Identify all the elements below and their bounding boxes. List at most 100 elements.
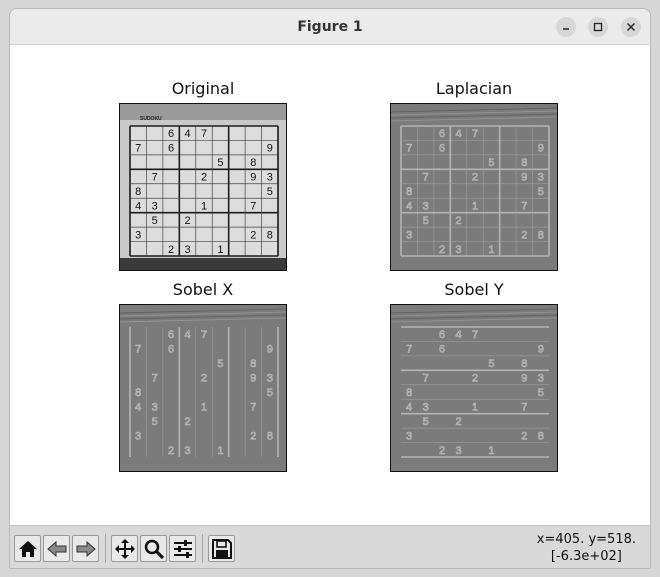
puzzle-digit: 3 xyxy=(423,200,429,212)
puzzle-digit: 2 xyxy=(168,244,174,256)
toolbar-separator xyxy=(105,534,106,563)
puzzle-digit: 3 xyxy=(538,373,544,385)
maximize-icon xyxy=(593,22,603,32)
puzzle-digit: 5 xyxy=(152,215,158,227)
puzzle-digit: 2 xyxy=(521,430,527,442)
figure-canvas[interactable]: Original SUDOKU 6 4 7 7 6 9 5 8 7 2 9 3 8 5 4 3 1 7 5 2 3 2 8 2 3… xyxy=(10,45,650,525)
puzzle-digit: 8 xyxy=(250,157,256,169)
puzzle-digit: 7 xyxy=(423,373,429,385)
puzzle-digit: 1 xyxy=(201,200,207,212)
puzzle-digit: 7 xyxy=(521,200,527,212)
home-button[interactable] xyxy=(14,535,41,562)
forward-button[interactable] xyxy=(72,535,99,562)
puzzle-digit: 9 xyxy=(521,373,527,385)
puzzle-digit: 3 xyxy=(184,244,190,256)
puzzle-digit: 5 xyxy=(423,416,429,428)
panel-title: Laplacian xyxy=(435,79,513,98)
floppy-disk-icon xyxy=(212,539,232,559)
puzzle-digit: 8 xyxy=(135,186,141,198)
move-icon xyxy=(115,539,135,559)
coords-value: [-6.3e+02] xyxy=(550,549,622,564)
configure-subplots-button[interactable] xyxy=(169,535,196,562)
puzzle-digit: 6 xyxy=(439,329,445,341)
puzzle-digit: 2 xyxy=(250,430,256,442)
puzzle-digit: 1 xyxy=(472,401,478,413)
puzzle-digit: 2 xyxy=(184,416,190,428)
puzzle-digit: 1 xyxy=(217,445,223,457)
pan-button[interactable] xyxy=(111,535,138,562)
sobel-y-image[interactable]: 64776958729385431752328231 xyxy=(390,304,558,472)
puzzle-digit: 1 xyxy=(488,445,494,457)
puzzle-digit: 3 xyxy=(455,445,461,457)
puzzle-digit: 9 xyxy=(250,172,256,184)
close-button[interactable] xyxy=(621,17,641,37)
puzzle-digit: 4 xyxy=(406,401,412,413)
navigation-toolbar: x=405. y=518. [-6.3e+02] xyxy=(10,525,650,568)
puzzle-digit: 1 xyxy=(472,200,478,212)
puzzle-digit: 6 xyxy=(168,143,174,155)
puzzle-digit: 2 xyxy=(168,445,174,457)
puzzle-digit: 2 xyxy=(184,215,190,227)
puzzle-digit: 9 xyxy=(538,344,544,356)
puzzle-digit: 8 xyxy=(406,186,412,198)
panel-title: Sobel X xyxy=(172,280,234,299)
puzzle-digit: 8 xyxy=(135,387,141,399)
puzzle-digit: 2 xyxy=(439,445,445,457)
puzzle-digit: 3 xyxy=(538,172,544,184)
puzzle-digit: 4 xyxy=(184,329,190,341)
puzzle-digit: 4 xyxy=(135,401,141,413)
puzzle-digit: 3 xyxy=(135,229,141,241)
puzzle-digit: 3 xyxy=(406,430,412,442)
sliders-icon xyxy=(174,540,192,558)
puzzle-digit: 7 xyxy=(472,128,478,140)
puzzle-digit: 3 xyxy=(152,401,158,413)
puzzle-digit: 9 xyxy=(250,373,256,385)
save-button[interactable] xyxy=(208,535,235,562)
sobel-x-image[interactable]: 64776958729385431752328231 xyxy=(119,304,287,472)
toolbar-separator xyxy=(202,534,203,563)
puzzle-digit: 7 xyxy=(521,401,527,413)
puzzle-digit: 7 xyxy=(250,401,256,413)
puzzle-digit: 2 xyxy=(455,215,461,227)
panel-title: Sobel Y xyxy=(444,280,504,299)
puzzle-digit: 6 xyxy=(168,344,174,356)
close-icon xyxy=(627,23,635,31)
puzzle-digit: 5 xyxy=(538,186,544,198)
puzzle-digit: 7 xyxy=(406,344,412,356)
minimize-button[interactable] xyxy=(556,17,576,37)
puzzle-digit: 8 xyxy=(406,387,412,399)
puzzle-digit: 8 xyxy=(521,358,527,370)
puzzle-digit: 6 xyxy=(439,128,445,140)
puzzle-digit: 3 xyxy=(152,200,158,212)
puzzle-digit: 3 xyxy=(267,172,273,184)
puzzle-digit: 1 xyxy=(201,401,207,413)
puzzle-digit: 4 xyxy=(406,200,412,212)
puzzle-digit: 3 xyxy=(135,430,141,442)
arrow-left-icon xyxy=(47,540,67,558)
puzzle-digit: 2 xyxy=(521,229,527,241)
puzzle-digit: 5 xyxy=(152,416,158,428)
puzzle-digit: 4 xyxy=(455,128,461,140)
zoom-button[interactable] xyxy=(140,535,167,562)
puzzle-digit: 2 xyxy=(201,373,207,385)
puzzle-digit: 5 xyxy=(217,157,223,169)
puzzle-digit: 6 xyxy=(439,143,445,155)
puzzle-digit: 3 xyxy=(455,244,461,256)
back-button[interactable] xyxy=(43,535,70,562)
figure-window: Figure 1 Original SUDOKU 6 4 7 7 6 9 5 8 7 2 9 3 8 5 4 3… xyxy=(9,8,651,569)
puzzle-digit: 5 xyxy=(538,387,544,399)
maximize-button[interactable] xyxy=(588,17,608,37)
puzzle-digit: 7 xyxy=(135,344,141,356)
puzzle-digit: 6 xyxy=(168,329,174,341)
laplacian-image[interactable]: 64776958729385431752328231 xyxy=(390,103,558,271)
puzzle-digit: 8 xyxy=(250,358,256,370)
puzzle-digit: 8 xyxy=(267,229,273,241)
puzzle-digit: 2 xyxy=(455,416,461,428)
original-image[interactable]: SUDOKU 6 4 7 7 6 9 5 8 7 2 9 3 8 5 4 3 1 7 5 2 3 2 8 2 3 1 xyxy=(119,103,287,271)
puzzle-header-text: SUDOKU xyxy=(140,116,162,122)
puzzle-digit: 5 xyxy=(488,358,494,370)
puzzle-digit: 5 xyxy=(267,186,273,198)
puzzle-digit: 5 xyxy=(217,358,223,370)
puzzle-digit: 3 xyxy=(406,229,412,241)
puzzle-digit: 7 xyxy=(152,172,158,184)
